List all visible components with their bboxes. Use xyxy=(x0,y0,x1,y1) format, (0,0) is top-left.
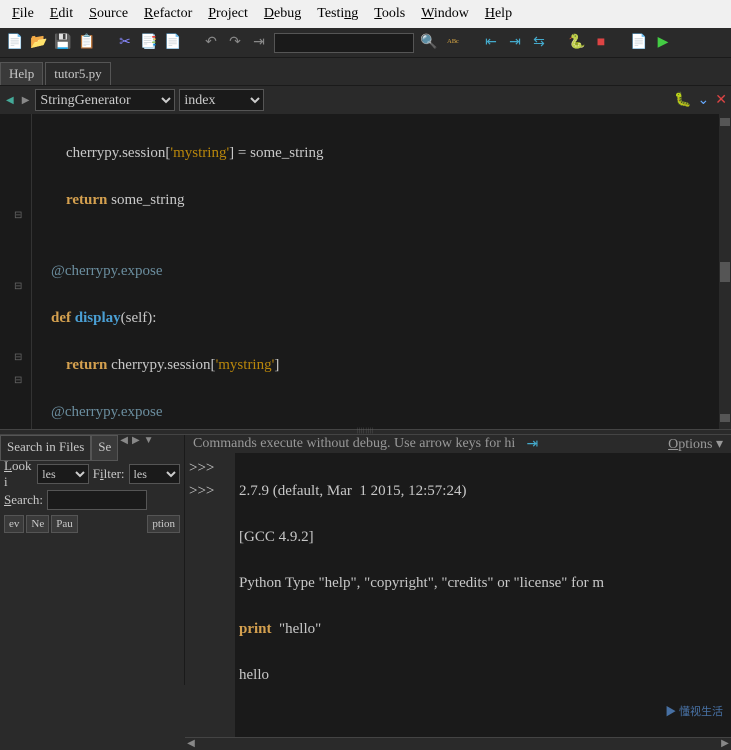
bug-icon[interactable]: 🐛 xyxy=(674,92,691,109)
toolbar: 📄 📂 💾 📋 ✂ 📑 📄 ↶ ↷ ⇥ 🔍 ᴬᴮᶜ ⇤ ⇥ ⇆ 🐍 ■ 📄 ▶ xyxy=(0,28,731,58)
fold-icon[interactable]: ⊟ xyxy=(14,210,22,221)
menu-tools[interactable]: Tools xyxy=(366,4,413,24)
left-panel: Search in Files Se ◀ ▶ ▼ Look i les Filt… xyxy=(0,435,185,685)
redo-icon[interactable]: ↷ xyxy=(226,34,244,52)
look-in-select[interactable]: les xyxy=(37,464,88,484)
stop-icon[interactable]: ■ xyxy=(592,34,610,52)
btn-option[interactable]: ption xyxy=(147,515,180,533)
menu-project[interactable]: Project xyxy=(200,4,256,24)
chevron-right-icon[interactable]: ▶ xyxy=(130,435,142,461)
dedent-icon[interactable]: ⇥ xyxy=(523,435,541,453)
fold-icon[interactable]: ⊟ xyxy=(14,281,22,292)
menu-refactor[interactable]: Refactor xyxy=(136,4,200,24)
tab-bar: Help tutor5.py xyxy=(0,58,731,86)
code-editor[interactable]: ⊟ ⊟ ⊟ ⊟ cherrypy.session['mystring'] = s… xyxy=(0,114,731,429)
abc-icon[interactable]: ᴬᴮᶜ xyxy=(444,34,462,52)
menu-edit[interactable]: Edit xyxy=(42,4,81,24)
comment-icon[interactable]: ⇆ xyxy=(530,34,548,52)
menu-file[interactable]: File xyxy=(4,4,42,24)
chevron-down-icon[interactable]: ⌄ xyxy=(698,92,710,109)
undo-icon[interactable]: ↶ xyxy=(202,34,220,52)
menu-testing[interactable]: Testing xyxy=(309,4,366,24)
search-icon[interactable]: 🔍 xyxy=(420,34,438,52)
python-icon[interactable]: 🐍 xyxy=(568,34,586,52)
close-icon[interactable]: ✕ xyxy=(715,92,727,109)
right-panel: Debug I/O Debug Probe Watch Modules Pyth… xyxy=(185,435,731,685)
look-in-label: Look i xyxy=(4,458,33,490)
class-selector[interactable]: StringGenerator xyxy=(35,89,175,111)
tab-file[interactable]: tutor5.py xyxy=(45,62,110,85)
menu-debug[interactable]: Debug xyxy=(256,4,309,24)
search-label: Search: xyxy=(4,492,43,508)
doc-icon[interactable]: 📄 xyxy=(630,34,648,52)
watermark-logo: ▶ 懂视生活 xyxy=(665,703,723,719)
gutter: ⊟ ⊟ ⊟ ⊟ xyxy=(0,114,32,429)
scroll-left-icon[interactable]: ◀ xyxy=(185,738,197,750)
menu-help[interactable]: Help xyxy=(477,4,520,24)
goto-icon[interactable]: ⇥ xyxy=(250,34,268,52)
open-icon[interactable]: 📂 xyxy=(30,34,48,52)
fold-icon[interactable]: ⊟ xyxy=(14,352,22,363)
scrollbar-vertical[interactable] xyxy=(719,114,731,429)
method-selector[interactable]: index xyxy=(179,89,264,111)
shell-gutter: >>> >>> xyxy=(185,453,235,737)
copy-icon[interactable]: 📑 xyxy=(140,34,158,52)
menu-window[interactable]: Window xyxy=(413,4,477,24)
nav-row: ◀ ▶ StringGenerator index 🐛 ⌄ ✕ xyxy=(0,86,731,114)
menu-source[interactable]: Source xyxy=(81,4,136,24)
filter-select[interactable]: les xyxy=(129,464,180,484)
python-shell[interactable]: >>> >>> 2.7.9 (default, Mar 1 2015, 12:5… xyxy=(185,453,731,737)
btn-pau[interactable]: Pau xyxy=(51,515,78,533)
chevron-down-icon[interactable]: ▼ xyxy=(142,435,156,461)
scrollbar-horizontal[interactable]: ◀ ▶ xyxy=(185,737,731,738)
shell-hint: Commands execute without debug. Use arro… xyxy=(193,436,515,452)
indent-icon[interactable]: ⇤ xyxy=(482,34,500,52)
code-content: cherrypy.session['mystring'] = some_stri… xyxy=(36,118,717,429)
search-input[interactable] xyxy=(274,33,414,53)
scroll-right-icon[interactable]: ▶ xyxy=(719,738,731,750)
cut-icon[interactable]: ✂ xyxy=(116,34,134,52)
options-menu[interactable]: Options ▾ xyxy=(668,436,723,453)
tab-se[interactable]: Se xyxy=(91,435,118,461)
btn-ev[interactable]: ev xyxy=(4,515,24,533)
shell-output: 2.7.9 (default, Mar 1 2015, 12:57:24) [G… xyxy=(235,453,731,737)
fold-icon[interactable]: ⊟ xyxy=(14,375,22,386)
search-field[interactable] xyxy=(47,490,147,510)
new-file-icon[interactable]: 📄 xyxy=(6,34,24,52)
save-icon[interactable]: 💾 xyxy=(54,34,72,52)
run-icon[interactable]: ▶ xyxy=(654,34,672,52)
filter-label: Filter: xyxy=(93,466,125,482)
menu-bar: File Edit Source Refactor Project Debug … xyxy=(0,0,731,28)
nav-fwd-icon[interactable]: ▶ xyxy=(20,95,32,106)
tab-help[interactable]: Help xyxy=(0,62,43,85)
splitter[interactable] xyxy=(0,429,731,435)
btn-ne[interactable]: Ne xyxy=(26,515,49,533)
dedent-icon[interactable]: ⇥ xyxy=(506,34,524,52)
paste-icon[interactable]: 📄 xyxy=(164,34,182,52)
chevron-left-icon[interactable]: ◀ xyxy=(118,435,130,461)
nav-back-icon[interactable]: ◀ xyxy=(4,95,16,106)
save-all-icon[interactable]: 📋 xyxy=(78,34,96,52)
